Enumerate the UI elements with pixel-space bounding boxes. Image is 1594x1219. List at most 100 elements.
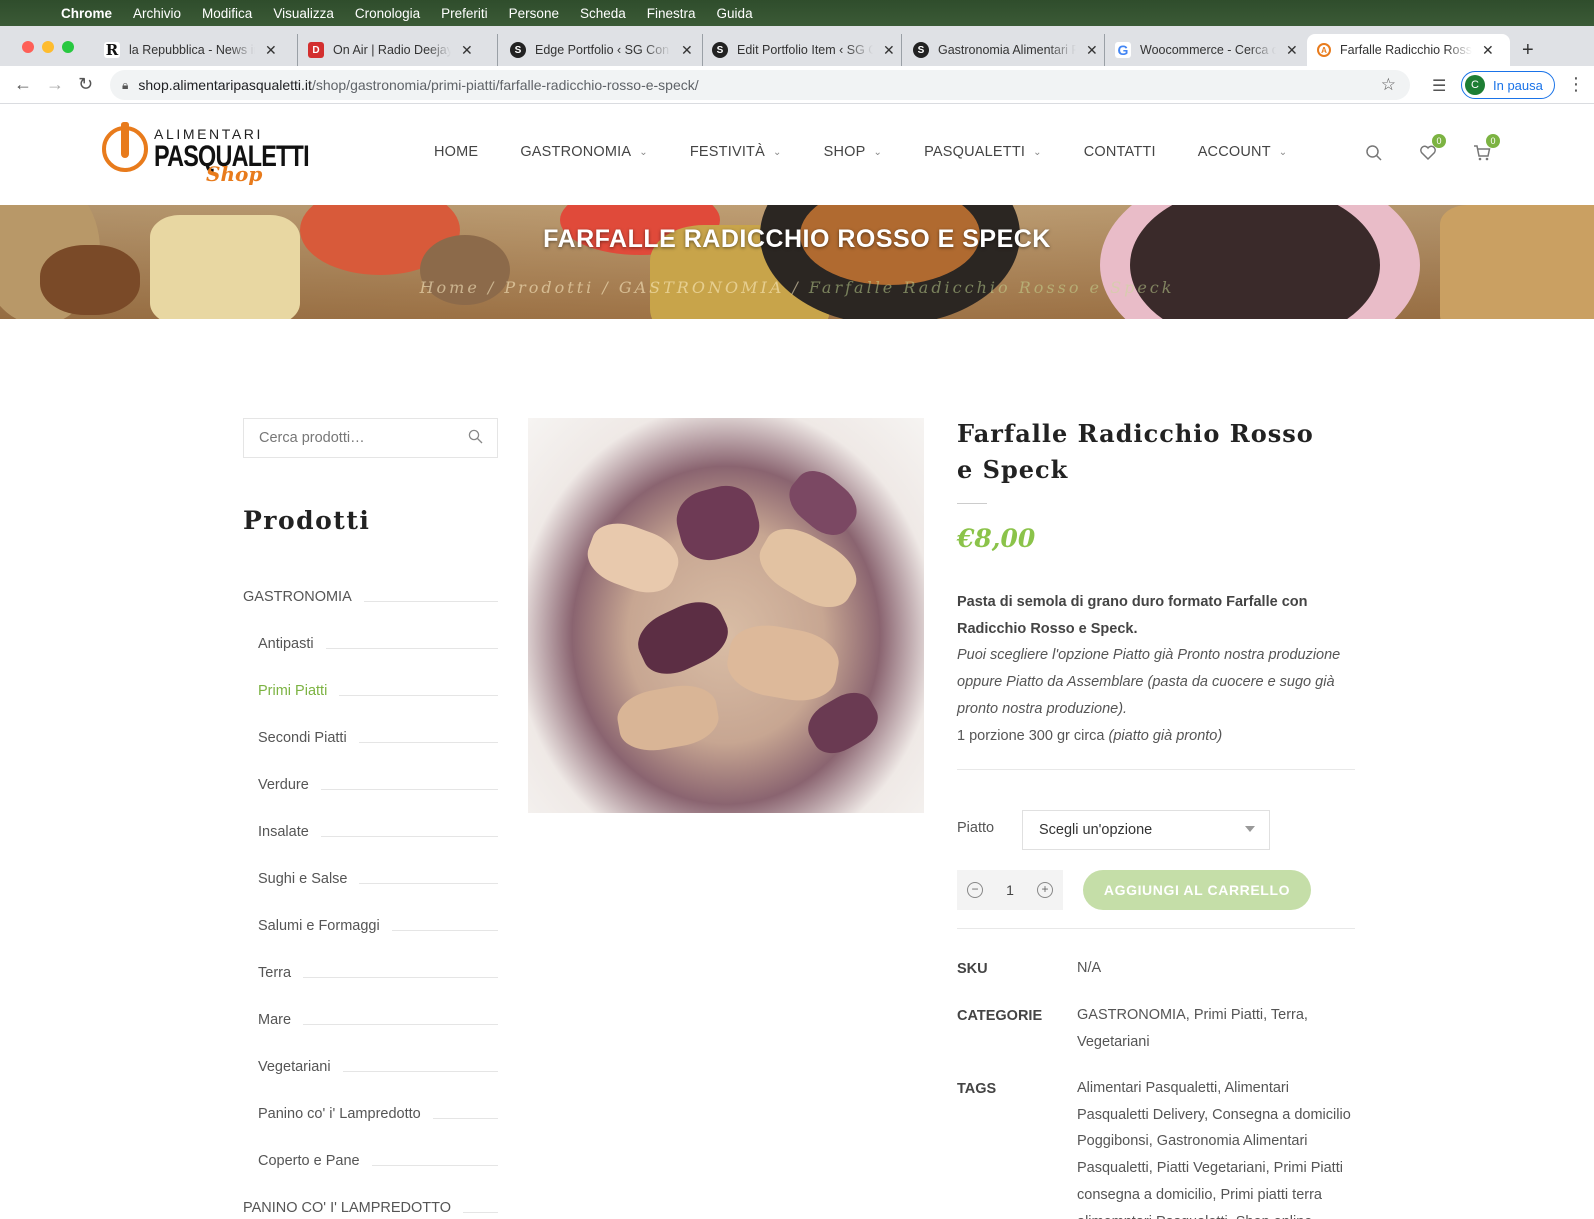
category-label: Mare [258, 1012, 292, 1028]
site-logo[interactable]: ALIMENTARI PASQUALETTI Shop [102, 122, 310, 188]
nav-gastronomia[interactable]: GASTRONOMIA ⌄ [520, 144, 648, 160]
sidebar-item-verdure[interactable]: Verdure [258, 777, 498, 793]
sidebar-item-primi-piatti[interactable]: Primi Piatti [258, 683, 498, 699]
cart-icon[interactable]: 0 [1473, 134, 1500, 167]
description-portion: 1 porzione 300 gr circa [957, 727, 1105, 744]
macos-menubar: Chrome Archivio Modifica Visualizza Cron… [0, 0, 1594, 26]
tab-close-icon[interactable]: ✕ [1086, 42, 1098, 59]
browser-tab[interactable]: S Edit Portfolio Item ‹ SG C ✕ [712, 34, 902, 66]
product-search-input[interactable]: Cerca prodotti… [243, 418, 498, 458]
profile-button[interactable]: C In pausa [1461, 71, 1555, 99]
tab-close-icon[interactable]: ✕ [681, 42, 693, 59]
browser-tab[interactable]: S Edge Portfolio ‹ SG Con ✕ [510, 34, 703, 66]
menu-scheda[interactable]: Scheda [580, 6, 626, 21]
tab-close-icon[interactable]: ✕ [883, 42, 895, 59]
divider [371, 1165, 498, 1166]
zoom-window-button[interactable] [62, 41, 74, 53]
minus-icon[interactable]: − [967, 882, 983, 898]
browser-tab[interactable]: S Gastronomia Alimentari P ✕ [913, 34, 1105, 66]
nav-account[interactable]: ACCOUNT ⌄ [1198, 144, 1288, 160]
url-path: /shop/gastronomia/primi-piatti/farfalle-… [311, 77, 699, 93]
menu-guida[interactable]: Guida [717, 6, 753, 21]
main-navigation: HOME GASTRONOMIA ⌄ FESTIVITÀ ⌄ SHOP ⌄ PASQU… [434, 144, 1329, 160]
new-tab-icon[interactable]: + [1522, 39, 1534, 62]
menu-app-name[interactable]: Chrome [61, 6, 112, 21]
category-label: Antipasti [258, 636, 314, 652]
close-window-button[interactable] [22, 41, 34, 53]
tags-value[interactable]: Alimentari Pasqualetti, Alimentari Pasqu… [1077, 1075, 1362, 1219]
browser-window: R la Repubblica - News in ✕ D On Air | R… [0, 26, 1594, 1219]
back-icon[interactable]: ← [14, 74, 32, 95]
search-icon[interactable] [468, 429, 483, 447]
sidebar-item-panino-lampredotto[interactable]: Panino co' i' Lampredotto [258, 1106, 498, 1122]
nav-label: SHOP [823, 144, 866, 160]
menu-cronologia[interactable]: Cronologia [355, 6, 420, 21]
tab-close-icon[interactable]: ✕ [1482, 42, 1494, 59]
browser-tab-active[interactable]: A Farfalle Radicchio Rosso ✕ [1307, 34, 1510, 66]
nav-home[interactable]: HOME [434, 144, 478, 160]
category-label: Secondi Piatti [258, 730, 347, 746]
breadcrumb-home[interactable]: Home [420, 278, 480, 297]
variation-select[interactable]: Scegli un'opzione [1022, 810, 1270, 850]
banner-image-decor [1440, 205, 1594, 319]
add-to-cart-button[interactable]: AGGIUNGI AL CARRELLO [1083, 870, 1311, 910]
tab-title: la Repubblica - News in [129, 43, 255, 57]
plus-icon[interactable]: + [1036, 882, 1053, 898]
sidebar-item-gastronomia[interactable]: GASTRONOMIA [243, 589, 498, 605]
reload-icon[interactable]: ↻ [78, 74, 93, 95]
header-search-icon[interactable] [1365, 144, 1383, 167]
sidebar-item-sughi-e-salse[interactable]: Sughi e Salse [258, 871, 498, 887]
browser-tab[interactable]: R la Repubblica - News in ✕ [104, 34, 298, 66]
image-detail [722, 618, 844, 708]
forward-icon[interactable]: → [46, 74, 64, 95]
menu-preferiti[interactable]: Preferiti [441, 6, 488, 21]
tab-close-icon[interactable]: ✕ [461, 42, 473, 59]
tab-favicon-icon: S [712, 42, 728, 58]
chevron-down-icon: ⌄ [873, 146, 883, 158]
logo-spoon-icon [121, 122, 129, 158]
quantity-value[interactable]: 1 [1006, 882, 1014, 898]
sidebar-item-coperto-e-pane[interactable]: Coperto e Pane [258, 1153, 498, 1169]
sidebar-item-insalate[interactable]: Insalate [258, 824, 498, 840]
minimize-window-button[interactable] [42, 41, 54, 53]
product-image[interactable] [528, 418, 924, 813]
lock-icon[interactable]: 🔒︎ [122, 78, 128, 93]
nav-shop[interactable]: SHOP ⌄ [824, 144, 883, 160]
sidebar-item-terra[interactable]: Terra [258, 965, 498, 981]
nav-contatti[interactable]: CONTATTI [1084, 144, 1156, 160]
menu-visualizza[interactable]: Visualizza [273, 6, 334, 21]
bookmark-star-icon[interactable]: ☆ [1381, 75, 1396, 95]
quantity-stepper[interactable]: − 1 + [957, 870, 1063, 910]
more-menu-icon[interactable]: ⋮ [1567, 74, 1585, 95]
browser-tab[interactable]: G Woocommerce - Cerca c ✕ [1115, 34, 1305, 66]
tab-close-icon[interactable]: ✕ [1286, 42, 1298, 59]
nav-festivita[interactable]: FESTIVITÀ ⌄ [690, 144, 782, 160]
divider [358, 742, 498, 743]
breadcrumb-gastronomia[interactable]: GASTRONOMIA [619, 278, 785, 297]
sidebar-item-salumi-e-formaggi[interactable]: Salumi e Formaggi [258, 918, 498, 934]
menu-archivio[interactable]: Archivio [133, 6, 181, 21]
sidebar-item-antipasti[interactable]: Antipasti [258, 636, 498, 652]
page-title: FARFALLE RADICCHIO ROSSO E SPECK [543, 225, 1051, 253]
nav-pasqualetti[interactable]: PASQUALETTI ⌄ [924, 144, 1042, 160]
wishlist-heart-icon[interactable]: 0 [1419, 134, 1446, 167]
divider [463, 1212, 498, 1213]
category-label: PANINO CO' I' LAMPREDOTTO [243, 1200, 452, 1216]
address-bar[interactable]: 🔒︎ shop.alimentaripasqualetti.it/shop/ga… [110, 70, 1410, 100]
tab-close-icon[interactable]: ✕ [265, 42, 277, 59]
menu-persone[interactable]: Persone [509, 6, 559, 21]
breadcrumb-prodotti[interactable]: Prodotti [504, 278, 594, 297]
categories-value[interactable]: GASTRONOMIA, Primi Piatti, Terra, Vegeta… [1077, 1002, 1362, 1055]
browser-tab[interactable]: D On Air | Radio Deejay ✕ [308, 34, 498, 66]
sidebar-item-vegetariani[interactable]: Vegetariani [258, 1059, 498, 1075]
image-detail [629, 591, 737, 685]
title-divider [957, 503, 987, 504]
sidebar-item-mare[interactable]: Mare [258, 1012, 498, 1028]
divider [325, 648, 498, 649]
reading-list-icon[interactable]: ☰ [1432, 76, 1446, 96]
sidebar-item-secondi-piatti[interactable]: Secondi Piatti [258, 730, 498, 746]
menu-modifica[interactable]: Modifica [202, 6, 252, 21]
sidebar-item-panino-co-i-lampredotto[interactable]: PANINO CO' I' LAMPREDOTTO [243, 1200, 498, 1216]
menu-finestra[interactable]: Finestra [647, 6, 696, 21]
chevron-down-icon: ⌄ [1033, 146, 1042, 158]
